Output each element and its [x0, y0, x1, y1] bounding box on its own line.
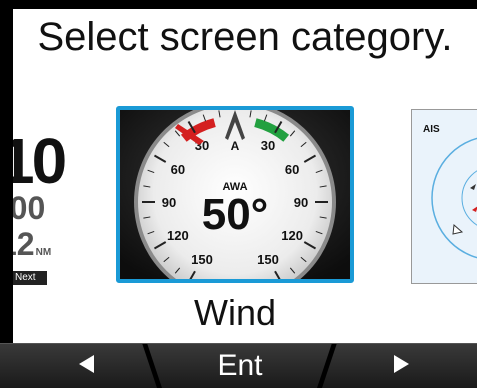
nav-distance-value: 12NM [13, 227, 51, 270]
nav-time-value: :00 [13, 190, 46, 226]
right-arrow-icon [394, 355, 409, 373]
enter-label: Ent [217, 349, 263, 382]
ais-radar [412, 110, 477, 283]
ais-label: AIS [423, 124, 440, 135]
enter-button[interactable]: Ent [160, 343, 320, 388]
wind-angle-value: 50° [202, 190, 269, 239]
wind-card[interactable]: 30 60 90 120 150 30 60 90 120 150 A AWA 50° [116, 106, 354, 283]
left-arrow-icon [79, 355, 94, 373]
page-title: Select screen category. [37, 15, 453, 59]
gauge-scale-label: 150 [191, 252, 213, 267]
previous-button[interactable] [0, 343, 145, 388]
ais-card[interactable]: AIS [411, 109, 477, 284]
nav-big-value: 10 [13, 125, 67, 197]
screen: Select screen category. 10 :00 12NM Next [0, 0, 477, 388]
center-mark: A [231, 139, 240, 153]
nav-distance-unit: NM [35, 247, 52, 258]
nav-data-card[interactable]: 10 :00 12NM Next [13, 119, 67, 289]
ais-background [412, 110, 477, 283]
category-selector-panel: Select screen category. 10 :00 12NM Next [13, 9, 477, 343]
next-button[interactable] [332, 343, 477, 388]
wind-category-label: Wind [193, 292, 277, 333]
gauge-scale-label: 30 [261, 138, 275, 153]
gauge-scale-label: 90 [294, 195, 308, 210]
wind-gauge: 306090120150306090120150 A AWA 50° [120, 110, 350, 279]
gauge-scale-label: 60 [285, 162, 299, 177]
nav-distance-number: 12 [13, 226, 35, 262]
gauge-scale-label: 90 [162, 195, 176, 210]
gauge-scale-label: 150 [257, 252, 279, 267]
softkey-bar: Ent [0, 343, 477, 388]
gauge-scale-label: 120 [281, 228, 303, 243]
gauge-scale-label: 60 [171, 162, 185, 177]
gauge-scale-label: 120 [167, 228, 189, 243]
next-waypoint-label: Next [13, 271, 47, 285]
